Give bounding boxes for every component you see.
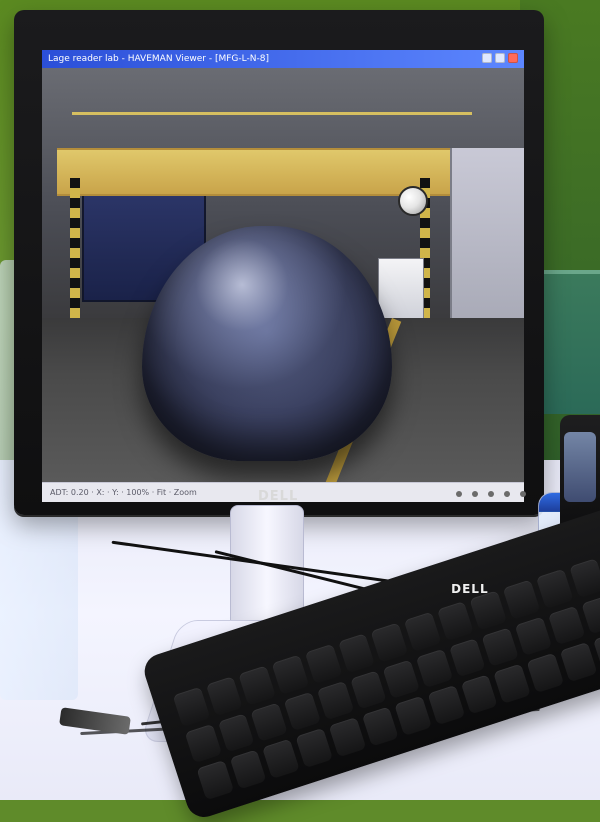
key[interactable] [328,717,366,758]
key[interactable] [337,633,376,674]
key[interactable] [205,676,244,717]
monitor-button-2[interactable] [472,491,478,497]
monitor-button-4[interactable] [504,491,510,497]
key[interactable] [514,616,553,657]
window-titlebar: Lage reader lab - HAVEMAN Viewer - [MFG-… [42,50,524,68]
photo-scene: Lage reader lab - HAVEMAN Viewer - [MFG-… [0,0,600,822]
key[interactable] [403,611,442,652]
monitor-button-3[interactable] [488,491,494,497]
key[interactable] [361,706,399,747]
key[interactable] [295,728,333,769]
key[interactable] [271,654,310,695]
key[interactable] [304,643,343,684]
key[interactable] [250,702,288,743]
key[interactable] [283,691,322,732]
close-icon[interactable] [508,53,518,63]
key[interactable] [172,686,211,727]
computer-monitor: Lage reader lab - HAVEMAN Viewer - [MFG-… [14,10,544,515]
control-box [378,258,424,320]
window-controls [482,53,518,63]
key[interactable] [196,760,234,801]
key[interactable] [502,579,541,620]
monitor-buttons [456,491,526,497]
key[interactable] [217,712,255,753]
key[interactable] [238,665,277,706]
key[interactable] [436,600,475,641]
key[interactable] [370,622,409,663]
minimize-icon[interactable] [482,53,492,63]
image-viewer-canvas[interactable] [42,68,524,498]
key[interactable] [460,674,499,715]
key[interactable] [535,568,574,609]
key[interactable] [469,590,508,631]
monitor-button-1[interactable] [456,491,462,497]
key[interactable] [184,723,222,764]
key[interactable] [547,605,586,646]
key[interactable] [349,669,388,710]
key[interactable] [415,648,454,689]
key[interactable] [448,637,487,678]
platform-railing [72,112,472,123]
key[interactable] [568,558,600,598]
power-button[interactable] [520,491,526,497]
window-title: Lage reader lab - HAVEMAN Viewer - [MFG-… [48,54,269,64]
key[interactable] [262,738,300,779]
key[interactable] [316,680,355,721]
key[interactable] [229,749,267,790]
key[interactable] [382,659,421,700]
maximize-icon[interactable] [495,53,505,63]
key[interactable] [481,627,520,667]
monitor-brand-logo: DELL [258,489,299,504]
key[interactable] [526,653,565,694]
monitor-screen: Lage reader lab - HAVEMAN Viewer - [MFG-… [42,50,524,502]
key[interactable] [580,594,600,635]
key[interactable] [394,695,432,736]
key[interactable] [559,642,598,683]
key[interactable] [427,685,466,726]
key[interactable] [493,663,532,704]
right-device-screen [564,432,596,502]
pressure-gauge [398,186,428,216]
